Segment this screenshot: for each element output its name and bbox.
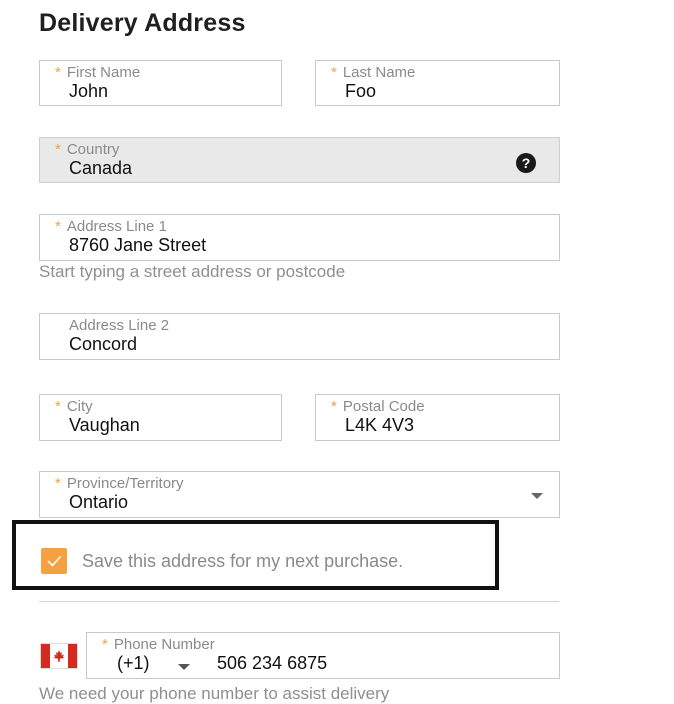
- province-label: * Province/Territory: [55, 475, 184, 492]
- address-line-1-value: 8760 Jane Street: [69, 235, 207, 255]
- last-name-field[interactable]: * Last Name Foo: [315, 60, 560, 106]
- address-hint: Start typing a street address or postcod…: [39, 262, 346, 281]
- save-address-highlight: Save this address for my next purchase.: [12, 520, 499, 590]
- required-mark: *: [55, 64, 61, 81]
- caret-down-icon[interactable]: [178, 664, 190, 670]
- city-value: Vaughan: [69, 415, 140, 435]
- province-value: Ontario: [69, 492, 129, 512]
- first-name-value: John: [69, 81, 109, 101]
- city-label: * City: [55, 398, 93, 415]
- phone-note: We need your phone number to assist deli…: [39, 684, 390, 703]
- required-mark: *: [55, 218, 61, 235]
- required-mark: *: [55, 141, 61, 158]
- page-title: Delivery Address: [39, 9, 246, 37]
- country-field: * Country Canada ?: [39, 137, 560, 183]
- required-mark: *: [55, 475, 61, 492]
- first-name-field[interactable]: * First Name John: [39, 60, 282, 106]
- save-address-label[interactable]: Save this address for my next purchase.: [82, 551, 403, 572]
- required-mark: *: [331, 64, 337, 81]
- canada-flag-icon: [40, 643, 78, 669]
- address-line-1-label: * Address Line 1: [55, 218, 167, 235]
- phone-field[interactable]: * Phone Number (+1) 506 234 6875: [86, 632, 560, 679]
- phone-label: * Phone Number: [102, 636, 215, 653]
- address-line-1-field[interactable]: * Address Line 1 8760 Jane Street: [39, 214, 560, 261]
- divider: [39, 601, 559, 602]
- caret-down-icon[interactable]: [531, 493, 543, 499]
- last-name-value: Foo: [345, 81, 377, 101]
- city-field[interactable]: * City Vaughan: [39, 394, 282, 441]
- first-name-label: * First Name: [55, 64, 141, 81]
- address-line-2-label: Address Line 2: [69, 317, 170, 334]
- postal-code-field[interactable]: * Postal Code L4K 4V3: [315, 394, 560, 441]
- postal-code-value: L4K 4V3: [345, 415, 415, 435]
- country-label: * Country: [55, 141, 120, 158]
- country-code-select[interactable]: (+1): [117, 653, 150, 674]
- address-line-2-field[interactable]: Address Line 2 Concord: [39, 313, 560, 360]
- save-address-checkbox[interactable]: [41, 548, 67, 574]
- province-select[interactable]: * Province/Territory Ontario: [39, 471, 560, 518]
- country-value: Canada: [69, 158, 133, 178]
- last-name-label: * Last Name: [331, 64, 416, 81]
- required-mark: *: [102, 636, 108, 653]
- postal-code-label: * Postal Code: [331, 398, 425, 415]
- phone-number-value: 506 234 6875: [217, 653, 328, 673]
- question-circle-icon[interactable]: ?: [516, 153, 536, 173]
- required-mark: *: [55, 398, 61, 415]
- address-line-2-value: Concord: [69, 334, 138, 354]
- required-mark: *: [331, 398, 337, 415]
- check-icon: [47, 555, 62, 567]
